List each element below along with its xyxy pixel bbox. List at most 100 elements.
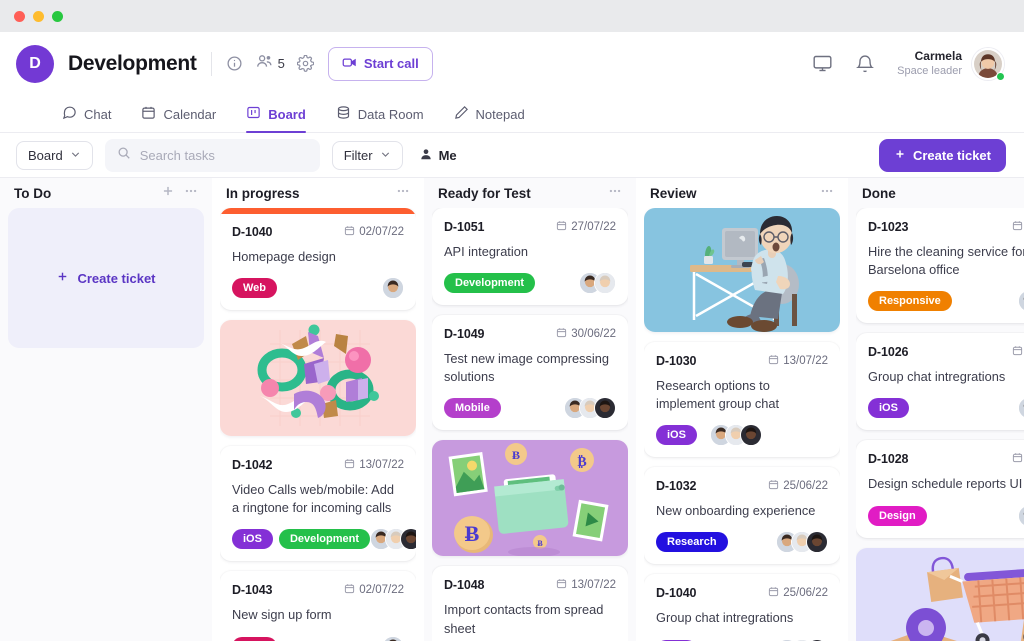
column-menu-button[interactable] bbox=[396, 184, 410, 203]
card-tag[interactable]: Development bbox=[278, 529, 371, 550]
window-zoom-button[interactable] bbox=[52, 10, 63, 22]
column-header: To Do bbox=[8, 178, 204, 208]
card-assignees[interactable] bbox=[579, 272, 616, 295]
avatar bbox=[382, 635, 404, 641]
tab-board[interactable]: Board bbox=[246, 105, 306, 133]
card-due-date: 13/07/22 bbox=[768, 354, 828, 368]
card-assignees[interactable] bbox=[776, 638, 828, 641]
search-box[interactable] bbox=[104, 138, 320, 172]
start-call-button[interactable]: Start call bbox=[327, 46, 433, 81]
workspace-avatar[interactable]: D bbox=[16, 44, 54, 83]
user-text: Carmela Space leader bbox=[897, 49, 962, 79]
avatar bbox=[806, 531, 828, 554]
task-card[interactable]: D-1042 13/07/22 Video Calls web/mobile: Ad… bbox=[220, 446, 416, 562]
card-id: D-1049 bbox=[444, 327, 485, 342]
card-header: D-1030 13/07/22 bbox=[656, 354, 828, 368]
task-card[interactable]: D-1028 25 Design schedule reports UI Design bbox=[856, 440, 1024, 538]
column-card-list: D-1051 27/07/22 API integration Development… bbox=[432, 208, 628, 641]
tab-chat[interactable]: Chat bbox=[62, 105, 111, 132]
card-tag[interactable]: Research bbox=[656, 532, 728, 553]
page-title: Development bbox=[68, 51, 197, 75]
task-card[interactable]: D-1040 02/07/22 Homepage design Web bbox=[220, 208, 416, 311]
task-card[interactable]: D-1040 25/06/22 Group chat intregrations iO… bbox=[644, 574, 840, 641]
search-input[interactable] bbox=[139, 147, 308, 163]
task-card[interactable]: D-1030 13/07/22 Research options to implem… bbox=[644, 342, 840, 458]
filter-button[interactable]: Filter bbox=[331, 140, 403, 170]
create-ticket-label: Create ticket bbox=[912, 147, 991, 163]
card-tag[interactable]: iOS bbox=[232, 529, 273, 550]
card-due-date-label: 02/07/22 bbox=[359, 584, 404, 597]
tab-calendar[interactable]: Calendar bbox=[141, 105, 216, 132]
card-tags: Research bbox=[656, 532, 728, 553]
tab-notepad-label: Notepad bbox=[475, 106, 525, 122]
card-tag[interactable]: Web bbox=[232, 278, 278, 299]
card-header: D-1042 13/07/22 bbox=[232, 458, 404, 472]
card-tag[interactable]: Responsive bbox=[868, 291, 952, 312]
view-selector-label: Board bbox=[28, 147, 63, 163]
column-title: In progress bbox=[226, 185, 300, 201]
card-tag[interactable]: Mobile bbox=[444, 398, 501, 419]
card-due-date: 02/07/22 bbox=[344, 225, 404, 239]
card-tag[interactable]: iOS bbox=[868, 398, 909, 419]
task-card[interactable]: D-1026 25 Group chat intregrations iOS bbox=[856, 333, 1024, 431]
card-illustration-shopping-cart-lavender[interactable] bbox=[856, 547, 1024, 641]
calendar-icon bbox=[344, 225, 355, 239]
card-illustration-person-at-desk-blue[interactable] bbox=[644, 208, 840, 332]
column-header: Done bbox=[856, 178, 1024, 208]
tab-notepad[interactable]: Notepad bbox=[454, 105, 525, 132]
tab-data-room[interactable]: Data Room bbox=[336, 105, 424, 132]
screen-share-icon[interactable] bbox=[812, 53, 833, 74]
card-tag[interactable]: Design bbox=[868, 505, 927, 526]
column-menu-button[interactable] bbox=[184, 184, 198, 203]
avatar[interactable] bbox=[972, 47, 1005, 81]
card-tags: iOS bbox=[868, 398, 909, 419]
task-card[interactable]: D-1048 13/07/22 Import contacts from sprea… bbox=[432, 566, 628, 641]
user-profile[interactable]: Carmela Space leader bbox=[897, 47, 1005, 81]
card-id: D-1040 bbox=[232, 225, 273, 239]
task-card[interactable]: D-1051 27/07/22 API integration Development bbox=[432, 208, 628, 306]
window-close-button[interactable] bbox=[14, 10, 25, 22]
card-tag[interactable]: iOS bbox=[656, 639, 697, 641]
card-title: Design schedule reports UI bbox=[868, 476, 1023, 492]
view-selector[interactable]: Board bbox=[16, 140, 93, 170]
card-assignees[interactable] bbox=[1018, 290, 1024, 313]
me-filter-button[interactable]: Me bbox=[419, 147, 457, 164]
task-card[interactable]: D-1049 30/06/22 Test new image compressing… bbox=[432, 315, 628, 431]
card-assignees[interactable] bbox=[776, 531, 828, 554]
card-tags: Web bbox=[232, 278, 278, 299]
card-due-date: 25/06/22 bbox=[768, 586, 828, 600]
column-menu-button[interactable] bbox=[820, 184, 834, 203]
card-assignees[interactable] bbox=[370, 528, 416, 551]
card-assignees[interactable] bbox=[1018, 397, 1024, 420]
calendar-icon bbox=[1012, 452, 1023, 466]
column-menu-button[interactable] bbox=[608, 184, 622, 203]
card-due-date-label: 27/07/22 bbox=[571, 221, 616, 233]
gear-icon[interactable] bbox=[296, 55, 314, 72]
info-icon[interactable] bbox=[226, 55, 243, 72]
card-assignees[interactable] bbox=[382, 635, 404, 641]
card-assignees[interactable] bbox=[564, 397, 616, 420]
card-tag[interactable]: iOS bbox=[656, 425, 697, 446]
card-tag[interactable]: Web bbox=[232, 636, 278, 641]
column-title: Review bbox=[650, 185, 697, 201]
window-minimize-button[interactable] bbox=[33, 10, 44, 22]
members-indicator[interactable]: 5 bbox=[255, 52, 285, 76]
avatar bbox=[806, 638, 828, 641]
card-tag[interactable]: Development bbox=[444, 273, 536, 294]
card-illustration-crypto-wallet-purple[interactable]: Ƀ ₿ Ƀ Ƀ bbox=[432, 440, 628, 557]
card-tags: Responsive bbox=[868, 291, 952, 312]
task-card[interactable]: D-1043 02/07/22 New sign up form Web bbox=[220, 571, 416, 641]
app-header: D Development 5 Start call Carmela Space… bbox=[0, 32, 1024, 95]
card-assignees[interactable] bbox=[709, 424, 762, 447]
add-card-button[interactable] bbox=[161, 184, 175, 203]
card-illustration-abstract-3d-shapes-pink[interactable] bbox=[220, 320, 416, 437]
create-ticket-placeholder[interactable]: Create ticket bbox=[8, 208, 204, 348]
card-assignees[interactable] bbox=[1018, 504, 1024, 527]
create-ticket-button[interactable]: Create ticket bbox=[878, 138, 1006, 172]
card-assignees[interactable] bbox=[382, 277, 404, 300]
task-card[interactable]: D-1023 25 Hire the cleaning service for Ba… bbox=[856, 208, 1024, 324]
task-card[interactable]: D-1032 25/06/22 New onboarding experience R… bbox=[644, 467, 840, 565]
notification-bell-icon[interactable] bbox=[855, 54, 875, 74]
card-title: API integration bbox=[444, 244, 528, 259]
card-tags: iOS bbox=[656, 639, 697, 641]
